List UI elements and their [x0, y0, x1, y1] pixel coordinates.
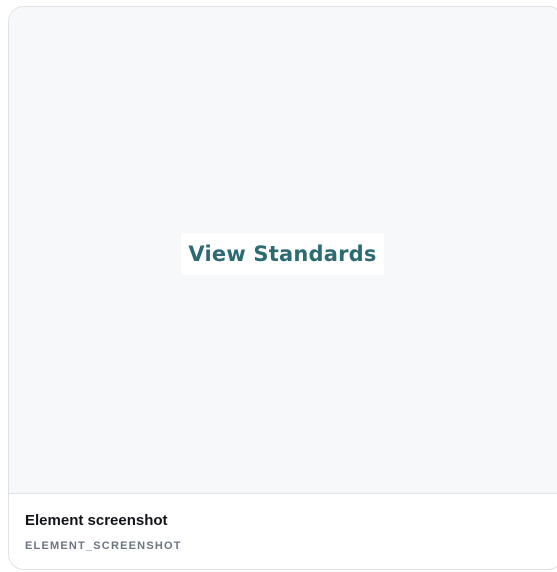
card-title: Element screenshot — [25, 512, 168, 529]
card-footer: Element screenshot ELEMENT_SCREENSHOT — [25, 511, 547, 553]
view-standards-label: View Standards — [188, 242, 377, 266]
screenshot-preview-area: View Standards — [9, 7, 557, 494]
card-type-label: ELEMENT_SCREENSHOT — [25, 540, 182, 552]
element-screenshot-card: View Standards Element screenshot ELEMEN… — [8, 6, 557, 570]
view-standards-button-screenshot: View Standards — [181, 233, 384, 275]
